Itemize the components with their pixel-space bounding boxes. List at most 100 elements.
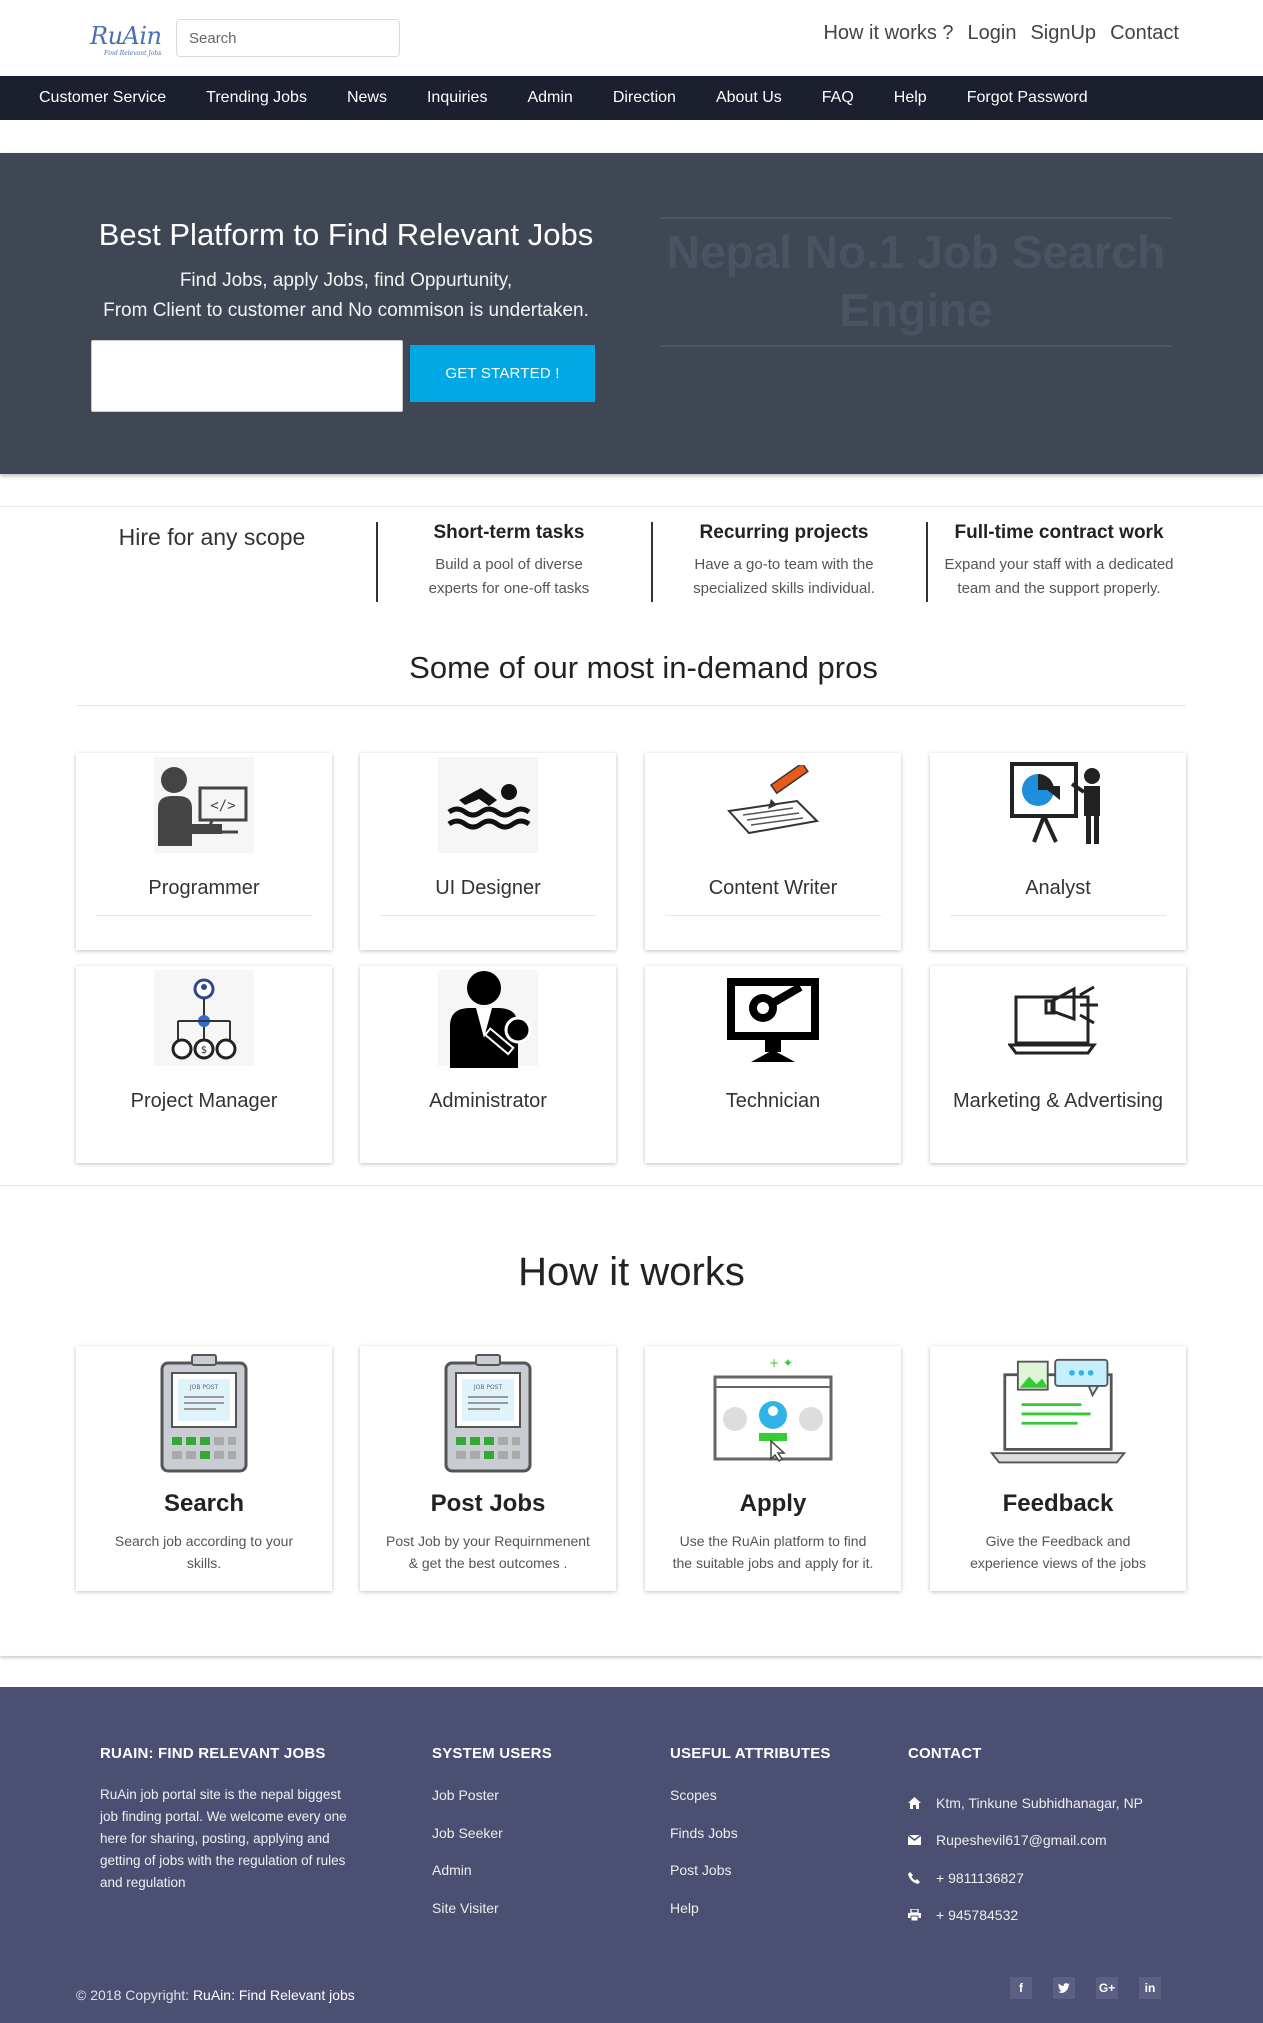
printer-icon: [908, 1909, 936, 1922]
pro-card-project-manager[interactable]: $ Project Manager: [76, 966, 332, 1163]
pro-card-content-writer[interactable]: Content Writer: [645, 753, 901, 950]
footer-useful-attributes: USEFUL ATTRIBUTES Scopes Finds Jobs Post…: [670, 1745, 831, 1934]
footer-link-scopes[interactable]: Scopes: [670, 1784, 831, 1822]
top-links: How it works ? Login SignUp Contact: [823, 22, 1179, 45]
google-plus-icon[interactable]: G+: [1096, 1977, 1118, 1999]
scope-item-desc: Have a go-to team with the specialized s…: [653, 553, 915, 601]
how-desc-line: Post Job by your Requirnmenent: [386, 1533, 590, 1549]
pro-card-marketing[interactable]: Marketing & Advertising: [930, 966, 1186, 1163]
how-card-title: Search: [163, 1490, 245, 1517]
nav-item-news[interactable]: News: [347, 89, 387, 107]
contact-fax: + 945784532: [908, 1897, 1143, 1935]
footer-link-post-jobs[interactable]: Post Jobs: [670, 1859, 831, 1897]
top-header: RuAin Find Relevant Jobs How it works ? …: [0, 0, 1263, 76]
scope-desc-line: Have a go-to team with the: [694, 556, 874, 573]
how-card-search[interactable]: JOB POST Search Search job according to …: [76, 1346, 332, 1591]
hero-email-input[interactable]: [91, 340, 403, 412]
scope-desc-line: experts for one-off tasks: [428, 580, 590, 597]
contact-phone-text: + 9811136827: [936, 1869, 1024, 1886]
scope-desc-line: specialized skills individual.: [693, 580, 875, 597]
contact-fax-text: + 945784532: [936, 1907, 1019, 1924]
footer-link-site-visiter[interactable]: Site Visiter: [432, 1897, 552, 1935]
how-desc-line: Search job according to your: [114, 1533, 294, 1549]
pro-label: UI Designer: [435, 877, 541, 899]
facebook-icon[interactable]: f: [1010, 1977, 1032, 1999]
hero-subtitle: Find Jobs, apply Jobs, find Oppurtunity,…: [70, 266, 622, 326]
svg-text:$: $: [201, 1045, 207, 1056]
how-card-apply[interactable]: + ✦ Apply Use the RuAin platform to find…: [645, 1346, 901, 1591]
writing-icon: [723, 757, 823, 853]
pro-card-programmer[interactable]: </> Programmer: [76, 753, 332, 950]
admin-key-icon: [438, 970, 538, 1068]
envelope-icon: [908, 1835, 936, 1846]
footer-link-finds-jobs[interactable]: Finds Jobs: [670, 1822, 831, 1860]
laptop-megaphone-icon: [1008, 970, 1108, 1066]
pro-card-technician[interactable]: Technician: [645, 966, 901, 1163]
copyright: © 2018 Copyright: RuAin: Find Relevant j…: [76, 1987, 355, 2003]
swimmer-icon: [438, 757, 538, 853]
presentation-chart-icon: [1008, 757, 1108, 853]
how-card-post-jobs[interactable]: JOB POST Post Jobs Post Job by your Requ…: [360, 1346, 616, 1591]
nav-item-trending-jobs[interactable]: Trending Jobs: [206, 89, 307, 107]
footer-link-job-poster[interactable]: Job Poster: [432, 1784, 552, 1822]
laptop-chat-icon: [988, 1348, 1128, 1478]
divider: [380, 915, 596, 916]
login-link[interactable]: Login: [968, 22, 1017, 45]
get-started-button[interactable]: GET STARTED !: [410, 345, 595, 402]
pro-label: Marketing & Advertising: [952, 1090, 1164, 1112]
scope-item-full-time: Full-time contract work Expand your staf…: [926, 522, 1190, 602]
footer-heading: CONTACT: [908, 1745, 982, 1762]
footer-heading: USEFUL ATTRIBUTES: [670, 1745, 831, 1762]
nav-item-direction[interactable]: Direction: [613, 89, 676, 107]
footer-link-job-seeker[interactable]: Job Seeker: [432, 1822, 552, 1860]
svg-text:JOB POST: JOB POST: [473, 1384, 503, 1391]
nav-item-forgot-password[interactable]: Forgot Password: [967, 89, 1088, 107]
contact-address: Ktm, Tinkune Subhidhanagar, NP: [908, 1784, 1143, 1822]
hero-subtitle-line: Find Jobs, apply Jobs, find Oppurtunity,: [179, 270, 513, 291]
nav-item-about-us[interactable]: About Us: [716, 89, 782, 107]
copyright-link[interactable]: RuAin: Find Relevant jobs: [193, 1987, 355, 2003]
site-logo[interactable]: RuAin Find Relevant Jobs: [90, 22, 162, 62]
job-post-board-icon: JOB POST: [134, 1348, 274, 1478]
how-card-title: Feedback: [1002, 1490, 1114, 1517]
contact-email: Rupeshevil617@gmail.com: [908, 1822, 1143, 1860]
pro-label: Programmer: [148, 877, 260, 899]
social-links: f G+ in: [1010, 1977, 1161, 1999]
pro-card-administrator[interactable]: Administrator: [360, 966, 616, 1163]
divider: [76, 705, 1186, 706]
pro-card-analyst[interactable]: Analyst: [930, 753, 1186, 950]
nav-item-faq[interactable]: FAQ: [822, 89, 854, 107]
nav-item-help[interactable]: Help: [894, 89, 927, 107]
nav-item-inquiries[interactable]: Inquiries: [427, 89, 487, 107]
scope-item-title: Full-time contract work: [954, 522, 1164, 543]
home-icon: [908, 1796, 936, 1809]
divider: [665, 915, 881, 916]
footer-link-help[interactable]: Help: [670, 1897, 831, 1935]
search-input[interactable]: [176, 19, 400, 57]
signup-link[interactable]: SignUp: [1030, 22, 1096, 45]
contact-link[interactable]: Contact: [1110, 22, 1179, 45]
hero-brand-text: Nepal No.1 Job Search Engine: [660, 217, 1172, 347]
footer-heading: SYSTEM USERS: [432, 1745, 552, 1762]
how-card-desc: Use the RuAin platform to find the suita…: [663, 1530, 883, 1574]
divider: [950, 915, 1166, 916]
nav-item-customer-service[interactable]: Customer Service: [39, 89, 166, 107]
pro-card-ui-designer[interactable]: UI Designer: [360, 753, 616, 950]
how-desc-line: Give the Feedback and: [985, 1533, 1131, 1549]
footer-heading: RUAIN: FIND RELEVANT JOBS: [100, 1745, 326, 1762]
nav-item-admin[interactable]: Admin: [527, 89, 572, 107]
scope-desc-line: Build a pool of diverse: [435, 556, 583, 573]
contact-phone: + 9811136827: [908, 1859, 1143, 1897]
contact-email-text[interactable]: Rupeshevil617@gmail.com: [936, 1829, 1107, 1851]
scope-item-short-term: Short-term tasks Build a pool of diverse…: [376, 522, 640, 602]
linkedin-icon[interactable]: in: [1139, 1977, 1161, 1999]
hero-subtitle-line: From Client to customer and No commison …: [103, 300, 589, 321]
how-it-works-link[interactable]: How it works ?: [823, 22, 953, 45]
svg-text:+ ✦: + ✦: [769, 1356, 793, 1370]
how-card-feedback[interactable]: Feedback Give the Feedback and experienc…: [930, 1346, 1186, 1591]
how-card-desc: Search job according to your skills.: [94, 1530, 314, 1574]
twitter-icon[interactable]: [1053, 1977, 1075, 1999]
footer-link-admin[interactable]: Admin: [432, 1859, 552, 1897]
job-post-board-icon: JOB POST: [418, 1348, 558, 1478]
how-card-desc: Give the Feedback and experience views o…: [948, 1530, 1168, 1574]
